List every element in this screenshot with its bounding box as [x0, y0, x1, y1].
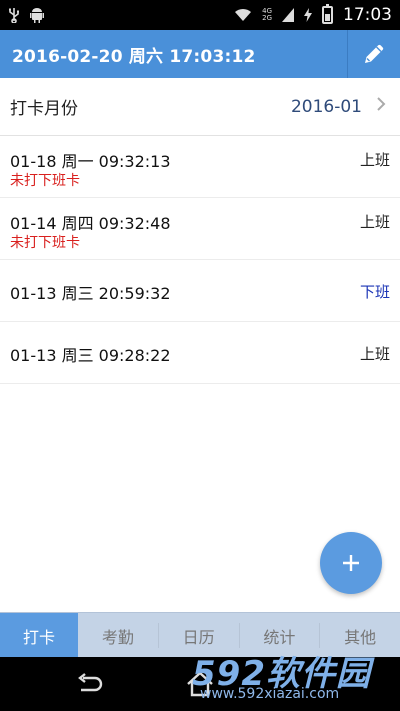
bottom-tab-bar: 打卡 考勤 日历 统计 其他: [0, 612, 400, 658]
record-time: 01-13 周三 09:28:22: [10, 346, 171, 365]
chevron-right-icon: [376, 96, 386, 117]
system-nav-bar: [0, 657, 400, 711]
punch-record-list: 01-18 周一 09:32:13 未打下班卡 上班 01-14 周四 09:3…: [0, 136, 400, 384]
month-value: 2016-01: [290, 96, 362, 117]
edit-button[interactable]: [348, 30, 400, 78]
tab-statistics[interactable]: 统计: [240, 613, 320, 658]
record-type: 下班: [359, 283, 390, 301]
record-type: 上班: [359, 151, 390, 169]
punch-record[interactable]: 01-14 周四 09:32:48 未打下班卡 上班: [0, 198, 400, 260]
status-bar: 4G 2G 17:03: [0, 0, 400, 30]
record-time: 01-13 周三 20:59:32: [10, 284, 171, 303]
record-note: 未打下班卡: [10, 173, 80, 189]
tab-calendar[interactable]: 日历: [159, 613, 239, 658]
punch-record[interactable]: 01-18 周一 09:32:13 未打下班卡 上班: [0, 136, 400, 198]
add-punch-button[interactable]: [320, 532, 382, 594]
battery-icon: [322, 4, 333, 24]
current-datetime: 2016-02-20 周六 17:03:12: [12, 46, 256, 67]
home-button[interactable]: [180, 669, 220, 699]
network-type: 4G 2G: [262, 8, 272, 22]
plus-icon: [343, 555, 359, 571]
record-type: 上班: [359, 345, 390, 363]
punch-record[interactable]: 01-13 周三 09:28:22 上班: [0, 322, 400, 384]
back-icon: [78, 673, 103, 692]
record-type: 上班: [359, 213, 390, 231]
back-button[interactable]: [70, 669, 110, 699]
punch-record[interactable]: 01-13 周三 20:59:32 下班: [0, 260, 400, 322]
record-note: 未打下班卡: [10, 235, 80, 251]
month-selector[interactable]: 打卡月份 2016-01: [0, 78, 400, 136]
android-icon: [30, 7, 44, 23]
tab-punch[interactable]: 打卡: [0, 613, 78, 658]
charging-icon: [304, 8, 312, 22]
record-time: 01-18 周一 09:32:13: [10, 152, 171, 171]
home-icon: [187, 671, 213, 697]
status-time: 17:03: [343, 5, 392, 25]
tab-other[interactable]: 其他: [320, 613, 400, 658]
month-label: 打卡月份: [10, 99, 78, 119]
app-header: 2016-02-20 周六 17:03:12: [0, 30, 400, 78]
pencil-icon: [365, 44, 384, 63]
network-2g: 2G: [262, 14, 272, 22]
tab-attendance[interactable]: 考勤: [78, 613, 158, 658]
wifi-icon: [234, 8, 252, 22]
usb-icon: [8, 7, 20, 23]
signal-icon: [282, 8, 294, 22]
record-time: 01-14 周四 09:32:48: [10, 214, 171, 233]
